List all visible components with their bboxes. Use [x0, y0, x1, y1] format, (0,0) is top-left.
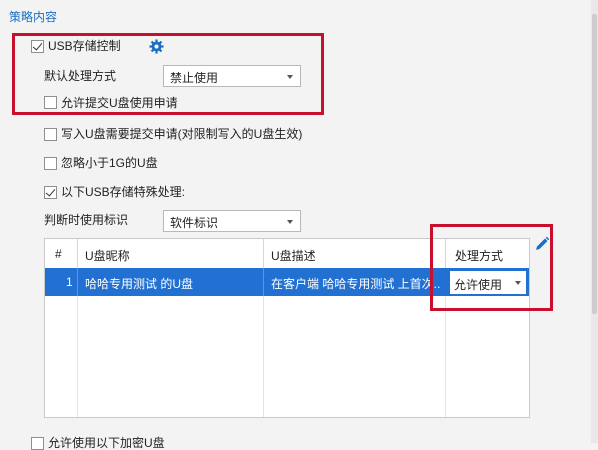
column-divider [77, 296, 78, 417]
section-title: 策略内容 [9, 10, 58, 24]
scrollbar-thumb[interactable] [592, 14, 597, 314]
annotation-box-handling [430, 224, 553, 311]
row-nickname: 哈哈专用测试 的U盘 [85, 277, 194, 291]
write-apply-checkbox[interactable] [44, 128, 57, 141]
column-divider [77, 268, 78, 296]
row-num: 1 [66, 275, 73, 289]
judge-flag-select[interactable]: 软件标识 [163, 210, 301, 232]
column-divider [263, 296, 264, 417]
bottom-option-label: 允许使用以下加密U盘 [48, 436, 165, 450]
row-description: 在客户端 哈哈专用测试 上首次... [271, 277, 441, 291]
column-divider [263, 268, 264, 296]
chevron-down-icon [287, 220, 293, 224]
special-handling-label: 以下USB存储特殊处理: [61, 185, 186, 199]
special-handling-checkbox[interactable] [44, 186, 57, 199]
write-apply-label: 写入U盘需要提交申请(对限制写入的U盘生效) [61, 127, 303, 141]
annotation-box-usb-control [12, 33, 324, 115]
column-divider [445, 296, 446, 417]
ignore-small-checkbox[interactable] [44, 157, 57, 170]
ignore-small-label: 忽略小于1G的U盘 [61, 156, 158, 170]
scrollbar[interactable] [591, 0, 598, 443]
bottom-option-checkbox[interactable] [31, 437, 44, 450]
header-num[interactable]: # [55, 247, 62, 261]
header-nickname[interactable]: U盘昵称 [85, 247, 130, 264]
header-description[interactable]: U盘描述 [271, 247, 316, 264]
judge-flag-label: 判断时使用标识 [44, 213, 129, 227]
judge-flag-value: 软件标识 [170, 216, 219, 230]
